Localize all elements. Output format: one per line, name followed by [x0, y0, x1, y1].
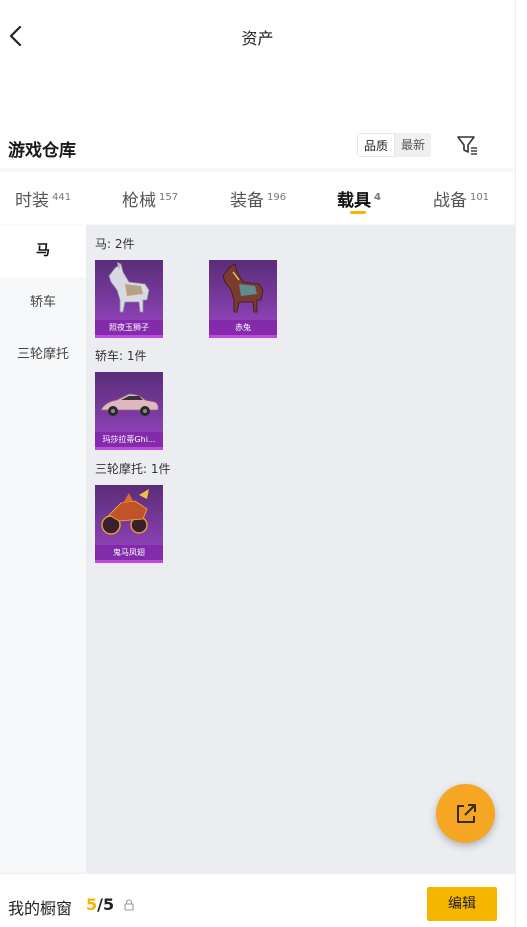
app-screen: 资产 游戏仓库 品质 最新 时装 441 枪械 157 装备 196 载具 4 战备 10…	[0, 0, 515, 927]
section-title: 游戏仓库	[8, 141, 76, 161]
item-name: 玛莎拉蒂Ghi...	[95, 432, 163, 447]
sports-car-image	[100, 393, 159, 416]
item-card[interactable]: 鬼马凤翅	[95, 485, 163, 563]
adjacent-panel-edge	[515, 0, 527, 927]
showcase-count: 5/5	[86, 895, 114, 914]
page-title: 资产	[241, 29, 274, 48]
header-spacer	[0, 72, 515, 124]
category-tabs: 时装 441 枪械 157 装备 196 载具 4 战备 101	[0, 172, 515, 224]
sort-option-quality[interactable]: 品质	[357, 133, 396, 157]
tab-weapons[interactable]: 枪械 157	[122, 186, 178, 211]
item-name: 鬼马凤翅	[95, 545, 163, 560]
share-external-icon	[457, 804, 476, 823]
share-fab[interactable]	[436, 784, 495, 843]
tab-count: 196	[267, 192, 287, 203]
tab-label: 时装	[15, 191, 49, 211]
group-label-horse: 马: 2件	[95, 237, 135, 251]
item-grid: 马: 2件 照夜玉狮子 赤兔 轿车: 1件 玛莎拉蒂Ghi... 三轮摩托: 1…	[86, 225, 515, 873]
tab-count: 101	[470, 192, 490, 203]
tab-label: 装备	[230, 191, 264, 211]
item-card[interactable]: 照夜玉狮子	[95, 260, 163, 338]
tab-label: 载具	[337, 191, 371, 211]
tab-label: 战备	[433, 191, 467, 211]
red-hare-horse-image	[222, 263, 264, 313]
subcategory-sidebar: 马 轿车 三轮摩托	[0, 225, 86, 873]
sidebar-item-horse[interactable]: 马	[0, 225, 86, 277]
item-card[interactable]: 赤兔	[209, 260, 277, 338]
sort-toggle: 品质 最新	[357, 133, 432, 157]
tab-count: 4	[374, 192, 381, 203]
filter-button[interactable]	[456, 134, 478, 156]
showcase-count-current: 5	[86, 895, 98, 914]
showcase-bar: 我的橱窗 5/5 编辑	[0, 873, 515, 927]
showcase-label: 我的橱窗	[8, 899, 73, 918]
sidebar-item-motor-tricycle[interactable]: 三轮摩托	[0, 329, 86, 381]
tab-supplies[interactable]: 战备 101	[433, 186, 489, 211]
active-tab-indicator	[350, 211, 366, 214]
tab-count: 441	[52, 192, 72, 203]
top-bar: 资产	[0, 0, 515, 72]
white-horse-image	[108, 262, 150, 313]
group-label-motor-tricycle: 三轮摩托: 1件	[95, 462, 171, 476]
showcase-count-total: /5	[97, 895, 115, 914]
item-name: 照夜玉狮子	[95, 320, 163, 335]
filter-icon	[457, 136, 477, 155]
warehouse-header: 游戏仓库	[0, 124, 515, 168]
edit-button[interactable]: 编辑	[427, 887, 497, 921]
tab-equipment[interactable]: 装备 196	[230, 186, 286, 211]
sort-option-newest[interactable]: 最新	[395, 133, 432, 157]
tab-fashion[interactable]: 时装 441	[15, 186, 71, 211]
tab-label: 枪械	[122, 191, 156, 211]
tab-vehicles[interactable]: 载具 4	[337, 186, 381, 211]
item-name: 赤兔	[209, 320, 277, 335]
tricycle-image	[101, 489, 149, 535]
sidebar-item-sedan[interactable]: 轿车	[0, 277, 86, 329]
tab-count: 157	[159, 192, 179, 203]
item-card[interactable]: 玛莎拉蒂Ghi...	[95, 372, 163, 450]
lock-icon	[124, 899, 134, 911]
group-label-sedan: 轿车: 1件	[95, 349, 147, 363]
